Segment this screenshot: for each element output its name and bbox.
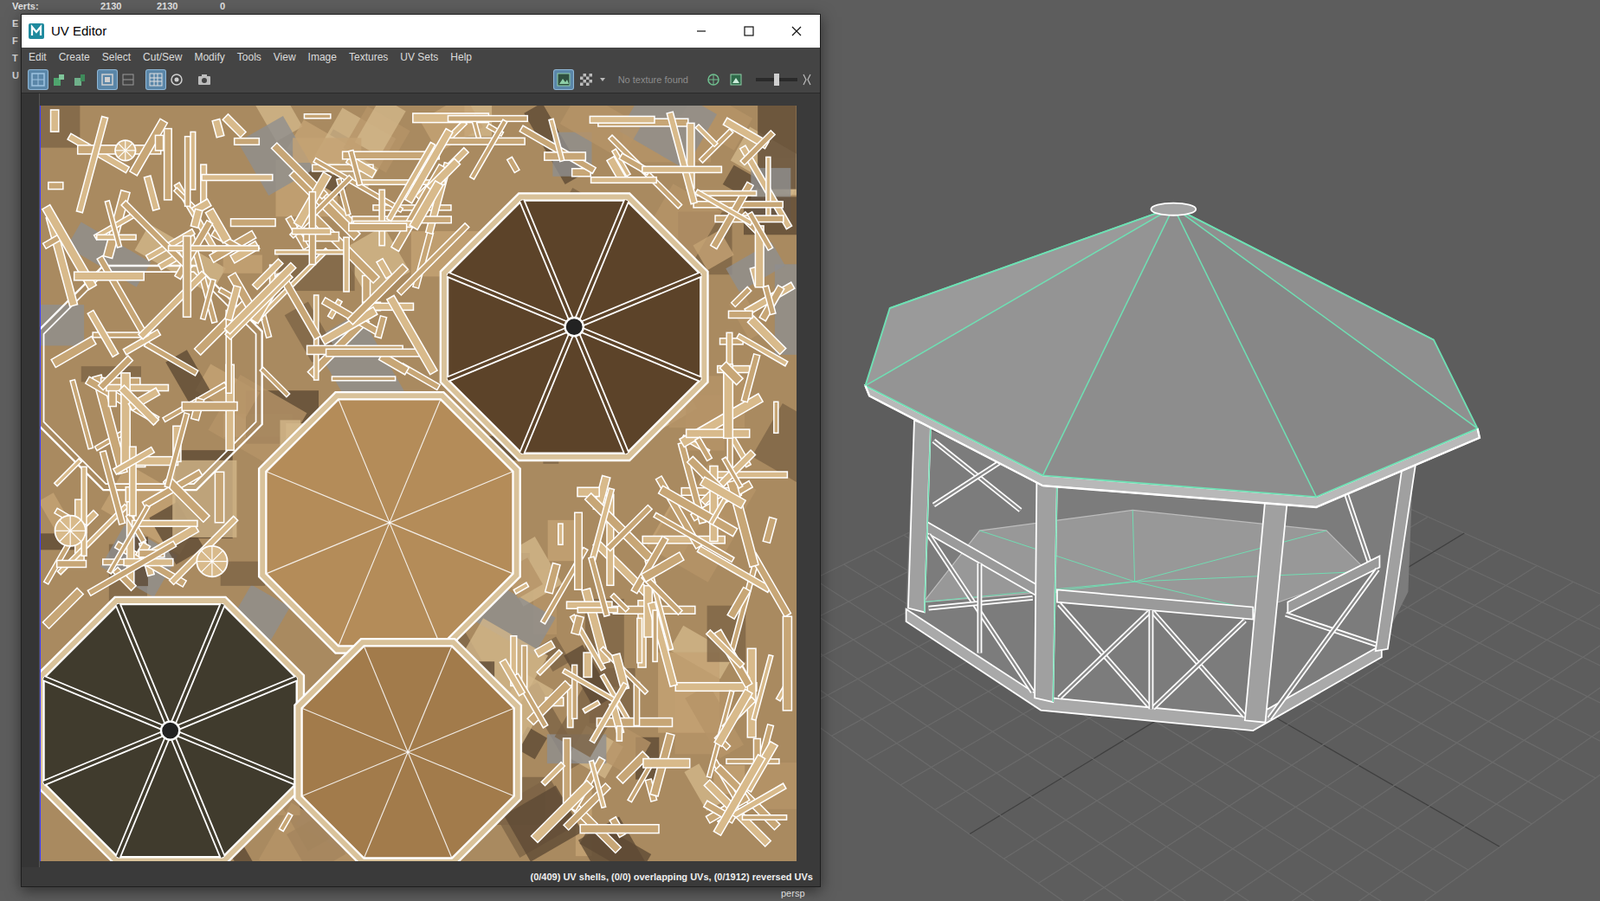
toolbar-button[interactable] (554, 70, 574, 90)
maximize-icon (743, 25, 755, 37)
tool-icon (554, 70, 573, 89)
uv-octagon-shells (40, 193, 709, 862)
texture-status: No texture found (618, 72, 689, 88)
minimize-icon (696, 25, 707, 37)
minimize-button[interactable] (677, 14, 725, 48)
toolbar-button[interactable] (146, 70, 166, 90)
menu-item[interactable]: Image (308, 49, 337, 65)
close-button[interactable] (772, 14, 820, 48)
hud-value: 2130 (156, 0, 220, 15)
menu-item[interactable]: Create (58, 49, 91, 65)
toolbar-button[interactable] (70, 70, 90, 90)
hud-label: T (12, 49, 19, 67)
tool-icon (577, 70, 595, 89)
tool-icon (50, 70, 68, 89)
title-bar[interactable]: UV Editor (21, 14, 820, 48)
toolbar-button[interactable] (167, 70, 187, 90)
texture-patches (40, 105, 797, 862)
toolbar-button[interactable] (194, 70, 214, 90)
status-bar: (0/409) UV shells, (0/0) overlapping UVs… (21, 867, 820, 887)
hud-label: U (12, 66, 20, 84)
toolbar-button[interactable] (97, 70, 117, 90)
tool-icon (98, 70, 117, 89)
camera-label: persp (780, 887, 806, 900)
menu-item[interactable]: Help (450, 49, 472, 65)
uv-layout[interactable] (40, 105, 797, 862)
toolbar: No texture found (21, 66, 820, 93)
toolbar-button[interactable] (118, 70, 138, 90)
uv-editor-window[interactable]: UV EditorEdit Create Select Cut/Sew Modify To… (20, 13, 821, 888)
menu-item[interactable]: View (273, 49, 297, 65)
close-icon (791, 25, 802, 37)
menu-item[interactable]: Cut/Sew (142, 49, 182, 65)
menu-item[interactable]: Edit (28, 49, 47, 65)
slider-knob[interactable] (774, 73, 780, 86)
menu-item[interactable]: UV Sets (400, 49, 439, 65)
maya-logo-icon (28, 23, 45, 39)
tool-icon (147, 70, 165, 89)
hud-row: Verts:213021300 (12, 0, 238, 15)
tool-icon (70, 70, 89, 89)
menu-item[interactable]: Tools (237, 49, 262, 65)
hud-label: E (12, 14, 19, 33)
status-text: (0/409) UV shells, (0/0) overlapping UVs… (530, 870, 813, 885)
dropdown-arrow-icon[interactable] (599, 76, 607, 84)
tool-icon (167, 70, 186, 89)
toolbar-button[interactable] (726, 70, 746, 90)
menu-item[interactable]: Textures (348, 49, 388, 65)
menu-bar: Edit Create Select Cut/Sew Modify Tools View Im… (21, 47, 820, 67)
maya-screen: Verts:213021300EFTUUV EditorEditCreateSe… (0, 0, 1600, 901)
hud-value: 2130 (100, 0, 157, 15)
uv-wheel-shells (54, 140, 227, 577)
hud-label: F (12, 32, 19, 50)
tool-icon (727, 70, 745, 89)
menu-item[interactable]: Select (102, 49, 131, 65)
maximize-button[interactable] (724, 14, 773, 48)
hud-value: 0 (219, 0, 238, 15)
exposure-slider[interactable] (755, 72, 798, 87)
canvas-ruler (21, 93, 40, 868)
window-title: UV Editor (51, 21, 107, 42)
menu-item[interactable]: Modify (193, 49, 225, 65)
tool-icon (195, 70, 213, 89)
toolbar-button[interactable] (28, 70, 48, 90)
hud-label: Verts: (12, 0, 101, 15)
toolbar-button[interactable] (703, 70, 723, 90)
uv-canvas[interactable] (21, 92, 820, 868)
tool-icon (29, 70, 47, 89)
tool-icon (704, 70, 723, 89)
gazebo-model[interactable] (864, 203, 1480, 732)
toolbar-button[interactable] (49, 70, 69, 90)
toolbar-button[interactable] (576, 70, 596, 90)
expand-arrows-icon[interactable] (800, 72, 813, 87)
tool-icon (119, 70, 137, 89)
